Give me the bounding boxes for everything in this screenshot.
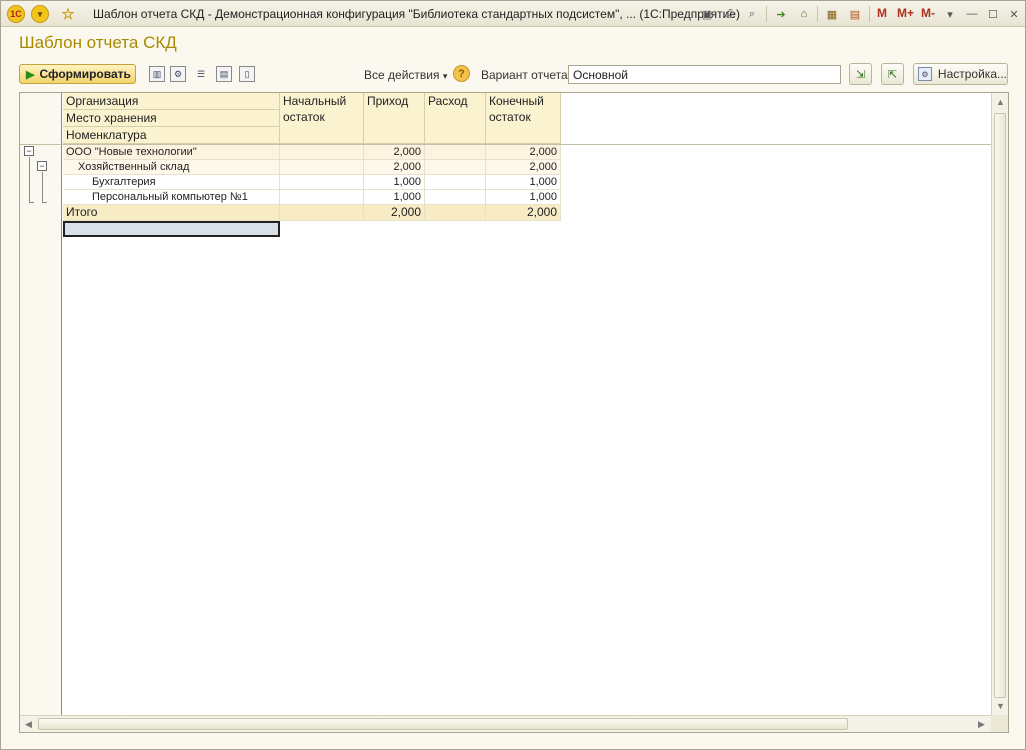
header-expense: Расход <box>425 93 486 144</box>
collapse-organization-icon[interactable]: − <box>24 146 34 156</box>
document-icon[interactable]: ▯ <box>239 66 255 82</box>
memory-m-minus-button[interactable]: M- <box>921 6 935 20</box>
app-window: 1С ▾ ☆ Шаблон отчета СКД - Демонстрацион… <box>0 0 1026 750</box>
calculator-icon[interactable]: ▦ <box>823 5 841 23</box>
collapse-storage-icon[interactable]: − <box>37 161 47 171</box>
memory-m-plus-button[interactable]: M+ <box>897 6 914 20</box>
row-storage-expense <box>425 160 486 175</box>
chevron-down-icon[interactable]: ▾ <box>31 5 49 23</box>
row-storage-name: Хозяйственный склад <box>63 160 280 175</box>
row-item-receipt: 1,000 <box>364 190 425 205</box>
all-actions-label: Все действия <box>364 68 440 82</box>
row-storage-opening <box>280 160 364 175</box>
row-org-opening <box>280 145 364 160</box>
close-icon[interactable]: ✕ <box>1005 5 1023 23</box>
variant-field[interactable]: Основной <box>568 65 841 84</box>
report-settings-icon[interactable]: ⚙ <box>170 66 186 82</box>
chart-icon[interactable]: ▥ <box>149 66 165 82</box>
row-item-receipt: 1,000 <box>364 175 425 190</box>
header-closing-balance: Конечный остаток <box>486 93 561 144</box>
generate-button[interactable]: ▶ Сформировать <box>19 64 136 84</box>
row-org-expense <box>425 145 486 160</box>
horizontal-scrollbar[interactable]: ◀ ▶ <box>20 715 992 732</box>
row-item-expense <box>425 175 486 190</box>
row-item-name: Персональный компьютер №1 <box>63 190 280 205</box>
window-title: Шаблон отчета СКД - Демонстрационная кон… <box>93 7 740 21</box>
separator <box>766 6 767 22</box>
chevron-down-icon: ▾ <box>442 71 448 81</box>
scrollbar-corner <box>991 715 1008 732</box>
separator <box>869 6 870 22</box>
report-spreadsheet[interactable]: Организация Место хранения Номенклатура … <box>19 92 1009 733</box>
scroll-down-icon[interactable]: ▼ <box>996 701 1005 711</box>
bookmark-icon[interactable]: ⌂ <box>795 5 813 23</box>
forward-icon[interactable]: ➔ <box>772 5 790 23</box>
total-label: Итого <box>63 205 280 221</box>
total-closing: 2,000 <box>486 205 561 221</box>
chevron-down-icon[interactable]: ▾ <box>941 5 959 23</box>
load-variant-button[interactable]: ⇲ <box>849 63 872 85</box>
header-storage-place: Место хранения <box>63 110 280 127</box>
generate-button-label: Сформировать <box>39 67 131 81</box>
total-opening <box>280 205 364 221</box>
1c-logo-icon[interactable]: 1С <box>7 5 25 23</box>
row-org-closing: 2,000 <box>486 145 561 160</box>
tree-line <box>29 202 34 203</box>
all-actions-menu[interactable]: Все действия ▾ <box>364 68 447 82</box>
tree-line <box>42 172 43 202</box>
row-item-closing: 1,000 <box>486 190 561 205</box>
row-item-opening <box>280 190 364 205</box>
tree-line <box>42 202 47 203</box>
row-item-name: Бухгалтерия <box>63 175 280 190</box>
print-icon[interactable]: ⎙ <box>721 5 739 23</box>
title-bar: 1С ▾ ☆ Шаблон отчета СКД - Демонстрацион… <box>1 1 1025 27</box>
header-nomenclature: Номенклатура <box>63 127 280 144</box>
scroll-right-icon[interactable]: ▶ <box>978 719 985 730</box>
restore-icon[interactable]: ☐ <box>984 5 1002 23</box>
header-organization: Организация <box>63 93 280 110</box>
form-title: Шаблон отчета СКД <box>19 33 177 52</box>
total-receipt: 2,000 <box>364 205 425 221</box>
vertical-scrollbar[interactable]: ▲ ▼ <box>991 93 1008 717</box>
help-icon[interactable]: ? <box>453 65 470 82</box>
settings-button[interactable]: ⚙ Настройка... <box>913 63 1008 85</box>
settings-button-label: Настройка... <box>937 67 1007 81</box>
row-item-closing: 1,000 <box>486 175 561 190</box>
minimize-icon[interactable]: — <box>963 5 981 23</box>
tree-expand-icon[interactable]: ☰ <box>193 66 209 82</box>
grouping-gutter <box>20 93 62 717</box>
print-preview-icon[interactable]: ⌕ <box>743 5 761 23</box>
separator <box>817 6 818 22</box>
memory-m-button[interactable]: M <box>877 6 887 20</box>
save-icon[interactable]: ▣ <box>698 5 716 23</box>
header-opening-balance: Начальный остаток <box>280 93 364 144</box>
vertical-scroll-thumb[interactable] <box>994 113 1006 698</box>
save-variant-button[interactable]: ⇱ <box>881 63 904 85</box>
star-icon[interactable]: ☆ <box>59 5 77 23</box>
row-storage-closing: 2,000 <box>486 160 561 175</box>
selected-cell[interactable] <box>63 221 280 237</box>
calendar-icon[interactable]: ▤ <box>846 5 864 23</box>
header-receipt: Приход <box>364 93 425 144</box>
row-item-expense <box>425 190 486 205</box>
settings-icon: ⚙ <box>918 67 932 81</box>
play-icon: ▶ <box>26 68 35 81</box>
total-expense <box>425 205 486 221</box>
tree-line <box>29 157 30 202</box>
row-org-name: ООО "Новые технологии" <box>63 145 280 160</box>
variant-label: Вариант отчета: <box>481 68 571 82</box>
row-storage-receipt: 2,000 <box>364 160 425 175</box>
table-icon[interactable]: ▤ <box>216 66 232 82</box>
scroll-up-icon[interactable]: ▲ <box>996 97 1005 107</box>
row-item-opening <box>280 175 364 190</box>
horizontal-scroll-thumb[interactable] <box>38 718 848 730</box>
scroll-left-icon[interactable]: ◀ <box>25 719 32 730</box>
row-org-receipt: 2,000 <box>364 145 425 160</box>
